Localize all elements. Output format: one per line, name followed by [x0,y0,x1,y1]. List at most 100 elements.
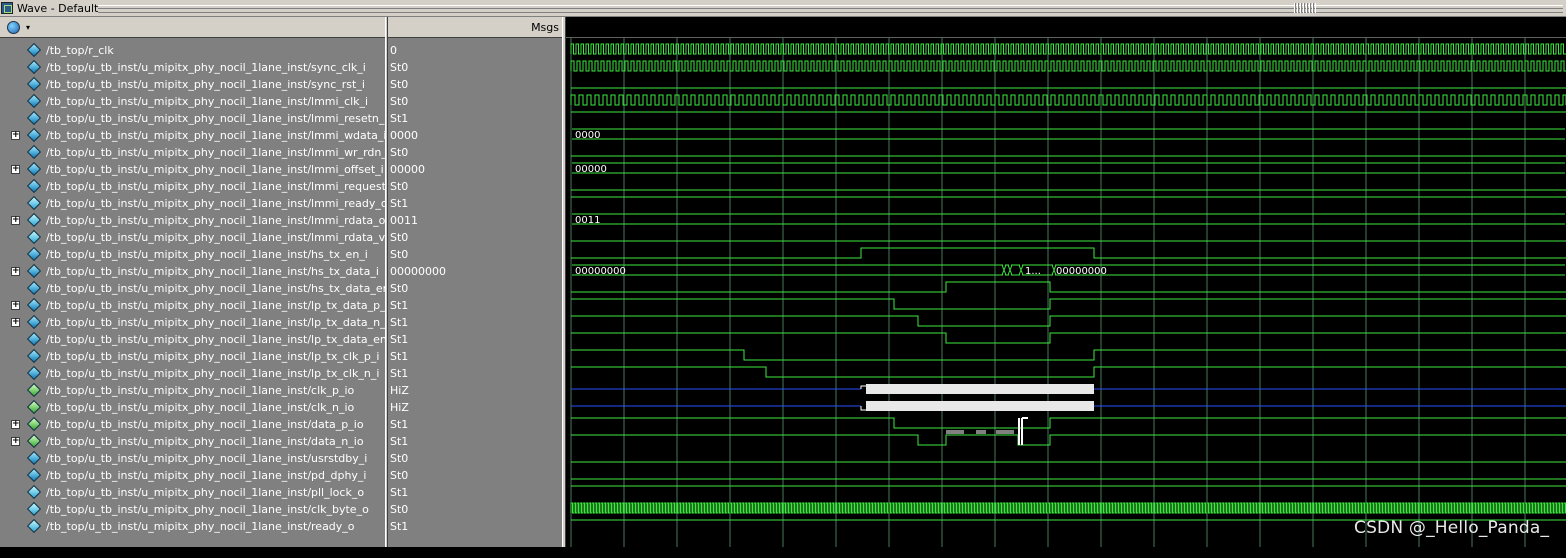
signal-value: St1 [390,520,409,533]
signal-row[interactable]: /tb_top/u_tb_inst/u_mipitx_phy_nocil_1la… [0,382,386,399]
tool-dropdown-arrow-icon[interactable]: ▾ [26,23,30,32]
signal-row[interactable]: + /tb_top/u_tb_inst/u_mipitx_phy_nocil_1l… [0,212,386,229]
signal-row[interactable]: /tb_top/u_tb_inst/u_mipitx_phy_nocil_1la… [0,518,386,535]
signal-row[interactable]: /tb_top/u_tb_inst/u_mipitx_phy_nocil_1la… [0,467,386,484]
value-row[interactable]: St1 [388,297,563,314]
value-row[interactable]: St0 [388,229,563,246]
out-port-icon [26,198,40,209]
value-row[interactable]: St1 [388,331,563,348]
value-row[interactable]: St0 [388,501,563,518]
signal-name: /tb_top/u_tb_inst/u_mipitx_phy_nocil_1la… [46,163,384,176]
expand-plus-icon[interactable]: + [11,216,20,225]
expand-plus-icon[interactable]: + [11,301,20,310]
value-row[interactable]: St0 [388,144,563,161]
signal-row[interactable]: + /tb_top/u_tb_inst/u_mipitx_phy_nocil_1l… [0,416,386,433]
data-n-hs-edge [1018,432,1023,445]
value-row[interactable]: 00000000 [388,263,563,280]
signal-name: /tb_top/u_tb_inst/u_mipitx_phy_nocil_1la… [46,282,399,295]
value-row[interactable]: St0 [388,467,563,484]
hs-tx-data-bus-transition [1001,264,1007,276]
value-row[interactable]: St0 [388,59,563,76]
signal-name: /tb_top/u_tb_inst/u_mipitx_phy_nocil_1la… [46,248,368,261]
signal-row[interactable]: /tb_top/u_tb_inst/u_mipitx_phy_nocil_1la… [0,195,388,212]
title-bar[interactable]: Wave - Default [0,0,1566,17]
in-port-icon [26,147,40,158]
signal-value: 0 [390,44,397,57]
signal-row[interactable]: /tb_top/u_tb_inst/u_mipitx_phy_nocil_1la… [0,246,386,263]
hs-tx-data-bus [1011,264,1020,276]
signal-row[interactable]: /tb_top/u_tb_inst/u_mipitx_phy_nocil_1la… [0,229,417,246]
signal-row[interactable]: /tb_top/u_tb_inst/u_mipitx_phy_nocil_1la… [0,365,386,382]
signal-names-pane[interactable]: ▾ /tb_top/r_clk/tb_top/u_tb_inst/u_mipit… [0,17,417,558]
wave-tool-icon[interactable] [7,21,20,34]
signal-values-pane[interactable]: Msgs 0 St0 St0 St0 St1 0000 St0 00000 St0 St1 0011… [388,17,948,554]
lmmi-rdata-label: 0011 [575,215,600,226]
signal-row[interactable]: /tb_top/u_tb_inst/u_mipitx_phy_nocil_1la… [0,331,395,348]
expand-plus-icon[interactable]: + [11,165,20,174]
signal-row[interactable]: /tb_top/u_tb_inst/u_mipitx_phy_nocil_1la… [0,399,386,416]
expand-plus-icon[interactable]: + [11,267,20,276]
signal-name: /tb_top/u_tb_inst/u_mipitx_phy_nocil_1la… [46,112,388,125]
value-row[interactable]: St0 [388,246,563,263]
signal-row[interactable]: /tb_top/u_tb_inst/u_mipitx_phy_nocil_1la… [0,178,394,195]
signal-row[interactable]: /tb_top/u_tb_inst/u_mipitx_phy_nocil_1la… [0,110,388,127]
signal-row[interactable]: /tb_top/u_tb_inst/u_mipitx_phy_nocil_1la… [0,348,386,365]
expand-plus-icon[interactable]: + [11,437,20,446]
cursor-arrow-icon[interactable]: ▷ [6,549,12,558]
expand-plus-icon[interactable]: + [11,318,20,327]
value-row[interactable]: St0 [388,93,563,110]
hs-tx-en-wave [571,247,1566,259]
value-row[interactable]: 0 [388,42,563,59]
signal-value: St1 [390,197,409,210]
value-row[interactable]: St0 [388,178,563,195]
data-p-hs-edge [1018,417,1028,432]
signal-row[interactable]: + /tb_top/u_tb_inst/u_mipitx_phy_nocil_1l… [0,263,386,280]
signal-row[interactable]: + /tb_top/u_tb_inst/u_mipitx_phy_nocil_1l… [0,433,386,450]
signal-name: /tb_top/r_clk [46,44,114,57]
value-row[interactable]: St1 [388,433,563,450]
value-row[interactable]: St1 [388,195,563,212]
value-row[interactable]: HiZ [388,382,563,399]
signal-row[interactable]: + /tb_top/u_tb_inst/u_mipitx_phy_nocil_1l… [0,127,386,144]
signal-row[interactable]: /tb_top/r_clk [0,42,386,59]
expand-plus-icon[interactable]: + [11,420,20,429]
signal-row[interactable]: /tb_top/u_tb_inst/u_mipitx_phy_nocil_1la… [0,280,398,297]
signal-row[interactable]: /tb_top/u_tb_inst/u_mipitx_phy_nocil_1la… [0,501,386,518]
signal-value: St1 [390,112,409,125]
in-port-icon [26,45,40,56]
signal-row[interactable]: /tb_top/u_tb_inst/u_mipitx_phy_nocil_1la… [0,450,386,467]
value-row[interactable]: St0 [388,450,563,467]
value-row[interactable]: HiZ [388,399,563,416]
value-row[interactable]: St0 [388,76,563,93]
value-row[interactable]: St0 [388,280,563,297]
signal-row[interactable]: /tb_top/u_tb_inst/u_mipitx_phy_nocil_1la… [0,76,386,93]
value-row[interactable]: St1 [388,416,563,433]
value-row[interactable]: St1 [388,518,563,535]
signal-value: St0 [390,146,409,159]
value-row[interactable]: 00000 [388,161,563,178]
value-row[interactable]: 0011 [388,212,563,229]
signal-value: St1 [390,350,409,363]
value-row[interactable]: St1 [388,365,563,382]
signal-value: 00000 [390,163,425,176]
expand-plus-icon[interactable]: + [11,131,20,140]
signal-value: 0000 [390,129,418,142]
value-row[interactable]: St1 [388,348,563,365]
waveform-canvas[interactable]: 000000000001100000000 1... 00000000 [566,38,1566,547]
value-row[interactable]: St1 [388,484,563,501]
value-row[interactable]: St1 [388,314,563,331]
signal-row[interactable]: /tb_top/u_tb_inst/u_mipitx_phy_nocil_1la… [0,144,390,161]
signal-row[interactable]: /tb_top/u_tb_inst/u_mipitx_phy_nocil_1la… [0,59,386,76]
title-grip-icon[interactable] [1294,3,1316,13]
hs-tx-data-end-label: 00000000 [1056,266,1107,277]
value-row[interactable]: 0000 [388,127,563,144]
signal-name: /tb_top/u_tb_inst/u_mipitx_phy_nocil_1la… [46,418,364,431]
in-port-icon [26,62,40,73]
in-port-icon [26,79,40,90]
value-row[interactable]: St1 [388,110,563,127]
signal-row[interactable]: /tb_top/u_tb_inst/u_mipitx_phy_nocil_1la… [0,484,386,501]
signal-row[interactable]: /tb_top/u_tb_inst/u_mipitx_phy_nocil_1la… [0,93,386,110]
signal-row[interactable]: + /tb_top/u_tb_inst/u_mipitx_phy_nocil_1l… [0,297,389,314]
signal-row[interactable]: + /tb_top/u_tb_inst/u_mipitx_phy_nocil_1l… [0,161,386,178]
signal-row[interactable]: + /tb_top/u_tb_inst/u_mipitx_phy_nocil_1l… [0,314,389,331]
